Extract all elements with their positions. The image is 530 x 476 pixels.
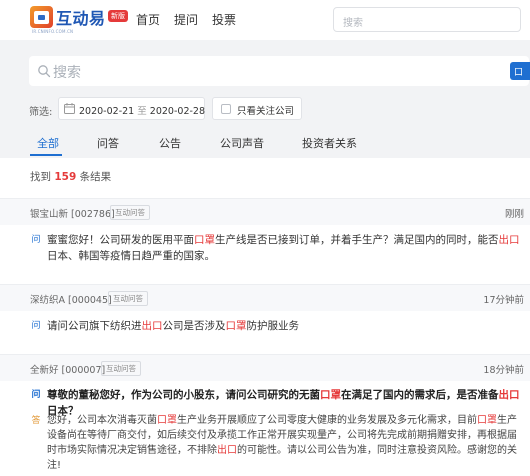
- text-segment: 尊敬的董秘您好，作为公司的小股东，请问公司研究的无菌: [47, 389, 320, 401]
- tab-all[interactable]: 全部: [37, 135, 59, 151]
- text-segment: 公司是否涉及: [162, 320, 226, 332]
- text-segment: 在满足了国内的需求后，是否准备: [341, 389, 499, 401]
- company-name[interactable]: 全新好 [000007]: [30, 362, 105, 376]
- result-count-suffix: 条结果: [79, 171, 112, 183]
- keyword-highlight: 口罩: [477, 415, 497, 426]
- text-segment: 生产线是否已接到订单，并着手生产？满足国内的同时，能否: [215, 234, 499, 246]
- site-logo[interactable]: 互动易 IR.CNINFO.COM.CN 新版: [30, 6, 135, 34]
- question[interactable]: 问 蜜蜜您好！公司研发的医用平面口罩生产线是否已接到订单，并着手生产？满足国内的…: [30, 232, 526, 264]
- main-nav: 首页 提问 投票: [136, 11, 236, 28]
- date-separator: 至: [137, 106, 147, 117]
- result-item[interactable]: 全新好 [000007] 互动问答 18分钟前 问 尊敬的董秘您好，作为公司的小…: [0, 354, 530, 476]
- text-segment: 防护服业务: [246, 320, 300, 332]
- main-search-placeholder: 搜索: [53, 65, 81, 81]
- company-name[interactable]: 银宝山新 [002786]: [30, 206, 115, 220]
- nav-ask[interactable]: 提问: [174, 11, 198, 28]
- answer-text: 您好，公司本次消毒灭菌口罩生产业务开展顺应了公司零度大健康的业务发展及多元化需求…: [30, 413, 526, 473]
- question[interactable]: 问 请问公司旗下纺织进出口公司是否涉及口罩防护服业务: [30, 318, 526, 334]
- logo-text: 互动易: [56, 9, 106, 28]
- tab-qa[interactable]: 问答: [97, 135, 119, 151]
- keyword-highlight: 出口: [217, 445, 237, 456]
- result-count-prefix: 找到: [30, 171, 51, 183]
- filter-panel: 搜索 口 筛选: 2020-02-21 至 2020-02-28 只看关注公司 …: [0, 40, 530, 158]
- keyword-highlight: 出口: [141, 320, 163, 332]
- qa-tag: 互动问答: [110, 205, 150, 220]
- date-range-picker[interactable]: 2020-02-21 至 2020-02-28: [58, 97, 205, 120]
- post-time: 18分钟前: [483, 365, 524, 376]
- filter-label: 筛选:: [29, 107, 53, 118]
- result-count: 找到 159 条结果: [30, 169, 111, 184]
- main-search-input[interactable]: 搜索: [29, 56, 529, 86]
- result-item[interactable]: 银宝山新 [002786] 互动问答 刚刚 问 蜜蜜您好！公司研发的医用平面口罩…: [0, 198, 530, 278]
- top-navbar: 互动易 IR.CNINFO.COM.CN 新版 首页 提问 投票 搜索: [0, 0, 530, 40]
- header-search-input[interactable]: 搜索: [333, 7, 521, 32]
- post-time: 刚刚: [504, 209, 524, 220]
- qa-tag: 互动问答: [101, 361, 141, 376]
- question-icon: 问: [31, 390, 41, 400]
- calendar-icon: [64, 103, 75, 114]
- result-item[interactable]: 深纺织A [000045] 互动问答 17分钟前 问 请问公司旗下纺织进出口公司…: [0, 284, 530, 348]
- answer[interactable]: 答 您好，公司本次消毒灭菌口罩生产业务开展顺应了公司零度大健康的业务发展及多元化…: [30, 413, 526, 473]
- follow-only-checkbox[interactable]: [221, 104, 231, 114]
- question-icon: 问: [31, 235, 41, 245]
- results-list: 找到 159 条结果 银宝山新 [002786] 互动问答 刚刚 问 蜜蜜您好！…: [0, 158, 530, 476]
- date-range-text: 2020-02-21 至 2020-02-28: [79, 103, 205, 117]
- qa-tag: 互动问答: [108, 291, 148, 306]
- text-segment: 请问公司旗下纺织进: [47, 320, 142, 332]
- logo-icon: [30, 6, 53, 28]
- post-time: 17分钟前: [483, 295, 524, 306]
- follow-only-label: 只看关注公司: [237, 106, 295, 117]
- date-start: 2020-02-21: [79, 106, 135, 117]
- result-item-header: 深纺织A [000045] 互动问答 17分钟前: [0, 285, 530, 311]
- tab-company-voice[interactable]: 公司声音: [220, 135, 264, 151]
- keyword-highlight: 口罩: [157, 415, 177, 426]
- tab-announcements[interactable]: 公告: [159, 135, 181, 151]
- tab-investor-relations[interactable]: 投资者关系: [302, 135, 357, 151]
- keyword-highlight: 口罩: [225, 320, 247, 332]
- active-tab-indicator: [30, 154, 62, 156]
- keyword-highlight: 出口: [498, 389, 520, 401]
- search-button[interactable]: 口: [510, 62, 530, 80]
- result-item-header: 全新好 [000007] 互动问答 18分钟前: [0, 355, 530, 381]
- text-segment: 蜜蜜您好！公司研发的医用平面: [47, 234, 194, 246]
- text-segment: 您好，公司本次消毒灭菌: [47, 415, 157, 426]
- keyword-highlight: 口罩: [194, 234, 215, 246]
- nav-home[interactable]: 首页: [136, 11, 160, 28]
- text-segment: 生产业务开展顺应了公司零度大健康的业务发展及多元化需求，目前: [177, 415, 477, 426]
- answer-icon: 答: [31, 416, 41, 426]
- header-search-placeholder: 搜索: [343, 18, 363, 29]
- keyword-highlight: 出口: [498, 234, 520, 246]
- question-text: 蜜蜜您好！公司研发的医用平面口罩生产线是否已接到订单，并着手生产？满足国内的同时…: [30, 232, 526, 264]
- result-count-number: 159: [54, 171, 77, 183]
- logo-subtext: IR.CNINFO.COM.CN: [32, 29, 74, 34]
- result-tabs: 全部 问答 公告 公司声音 投资者关系: [0, 135, 530, 158]
- result-item-header: 银宝山新 [002786] 互动问答 刚刚: [0, 199, 530, 225]
- search-icon: [38, 65, 51, 78]
- nav-vote[interactable]: 投票: [212, 11, 236, 28]
- question-text: 请问公司旗下纺织进出口公司是否涉及口罩防护服业务: [30, 318, 526, 334]
- question-icon: 问: [31, 321, 41, 331]
- company-name[interactable]: 深纺织A [000045]: [30, 292, 112, 306]
- follow-only-filter[interactable]: 只看关注公司: [212, 97, 302, 120]
- text-segment: 日本、韩国等疫情日趋严重的国家。: [47, 250, 215, 262]
- new-version-badge: 新版: [108, 10, 128, 22]
- date-end: 2020-02-28: [149, 106, 206, 117]
- keyword-highlight: 口罩: [320, 389, 341, 401]
- search-button-label: 口: [514, 68, 524, 78]
